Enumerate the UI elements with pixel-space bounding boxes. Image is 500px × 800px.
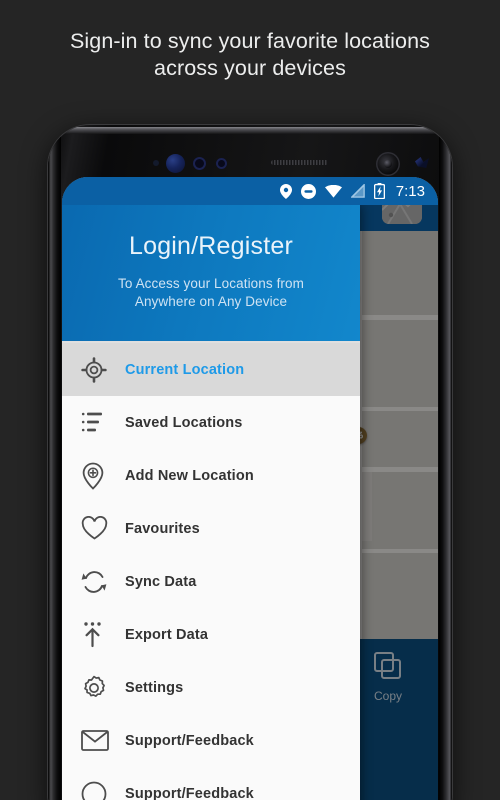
phone-device-frame: k Hospital City Gold Ganesh Ji - hal Ka …	[48, 125, 452, 800]
location-pin-icon	[279, 183, 292, 199]
sidebar-item-label: Add New Location	[125, 467, 254, 484]
wifi-icon	[324, 184, 342, 198]
heart-icon	[81, 516, 125, 541]
battery-charging-icon	[373, 183, 385, 199]
drawer-menu-list: Current Location Saved Locations Add New…	[62, 343, 360, 800]
sidebar-item-sync-data[interactable]: Sync Data	[62, 555, 360, 608]
drawer-subtitle: To Access your Locations from Anywhere o…	[118, 275, 304, 311]
sidebar-item-add-new-location[interactable]: Add New Location	[62, 449, 360, 502]
drawer-header[interactable]: Login/Register To Access your Locations …	[62, 205, 360, 341]
sidebar-item-label: Sync Data	[125, 573, 197, 590]
signal-icon	[350, 184, 365, 198]
phone-screen: k Hospital City Gold Ganesh Ji - hal Ka …	[62, 177, 438, 800]
sidebar-item-label: Support/Feedback	[125, 732, 254, 749]
sidebar-item-support-feedback[interactable]: Support/Feedback	[62, 714, 360, 767]
light-sensor-icon	[193, 157, 206, 170]
sync-icon	[81, 569, 125, 595]
ir-sensor-icon	[216, 158, 227, 169]
sidebar-item-saved-locations[interactable]: Saved Locations	[62, 396, 360, 449]
promo-caption-line-1: Sign-in to sync your favorite locations	[69, 29, 430, 53]
do-not-disturb-icon	[300, 183, 316, 199]
sidebar-item-label: Current Location	[125, 361, 245, 378]
crosshair-icon	[81, 356, 125, 383]
promo-caption: Sign-in to sync your favorite locations …	[0, 28, 500, 82]
sidebar-item-support-feedback-secondary[interactable]: Support/Feedback	[62, 767, 360, 800]
phone-left-bezel	[48, 125, 61, 800]
sidebar-item-label: Saved Locations	[125, 414, 243, 431]
sidebar-item-export-data[interactable]: Export Data	[62, 608, 360, 661]
status-bar: 7:13	[62, 177, 438, 205]
phone-top-gloss	[62, 127, 438, 134]
sidebar-item-label: Support/Feedback	[125, 785, 254, 800]
iris-scanner-icon	[166, 154, 185, 173]
drawer-title: Login/Register	[128, 231, 293, 260]
proximity-sensor-icon	[153, 160, 159, 166]
drawer-subtitle-line-2: Anywhere on Any Device	[134, 293, 288, 309]
earpiece-speaker	[271, 160, 328, 165]
gear-icon	[81, 675, 125, 701]
front-camera-lens	[384, 160, 392, 168]
sidebar-item-label: Export Data	[125, 626, 209, 643]
sidebar-item-current-location[interactable]: Current Location	[62, 343, 360, 396]
promo-caption-line-2: across your devices	[154, 56, 346, 80]
add-location-icon	[81, 462, 125, 490]
sidebar-item-label: Favourites	[125, 520, 200, 537]
sidebar-item-favourites[interactable]: Favourites	[62, 502, 360, 555]
drawer-subtitle-line-1: To Access your Locations from	[118, 275, 304, 291]
front-camera-icon	[376, 152, 400, 176]
help-circle-icon	[81, 781, 125, 800]
upload-icon	[81, 621, 125, 648]
sidebar-item-settings[interactable]: Settings	[62, 661, 360, 714]
envelope-icon	[81, 730, 125, 751]
list-icon	[81, 411, 125, 435]
phone-sensor-row	[48, 149, 452, 176]
sidebar-item-label: Settings	[125, 679, 184, 696]
status-bar-clock: 7:13	[395, 182, 425, 200]
navigation-drawer: Login/Register To Access your Locations …	[62, 205, 360, 800]
phone-right-bezel	[439, 125, 452, 800]
sensor-flare	[415, 157, 429, 168]
